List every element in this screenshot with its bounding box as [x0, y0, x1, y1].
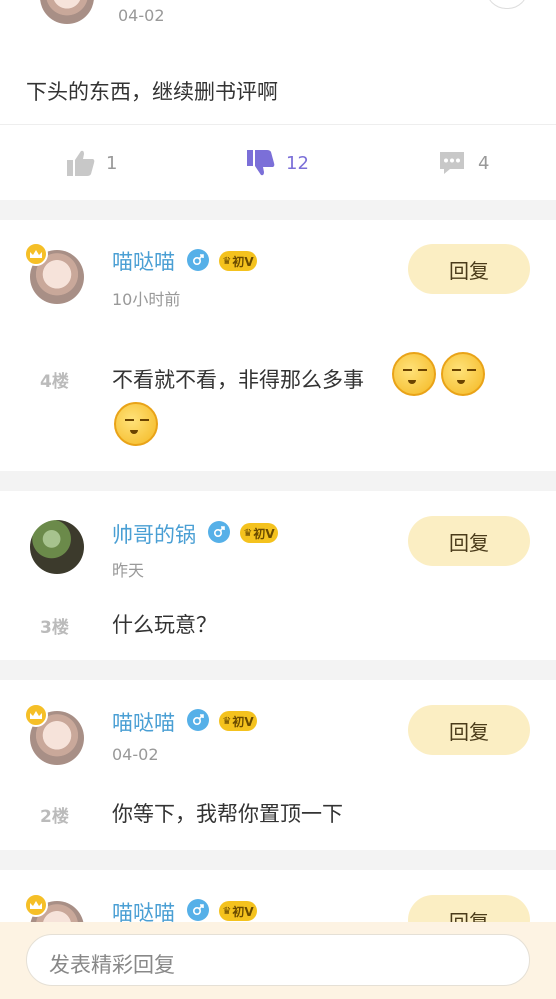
reply-content: 什么玩意？ — [112, 613, 217, 637]
floor-number: 2楼 — [40, 807, 69, 827]
vip-crown-icon: ♛ — [222, 905, 232, 917]
crown-icon — [24, 893, 48, 917]
top-post-card: 04-02 下头的东西，继续删书评啊 1 12 4 — [0, 0, 556, 200]
male-icon — [187, 899, 209, 921]
emoji-icon — [114, 402, 158, 446]
post-content: 下头的东西，继续删书评啊 — [26, 80, 278, 104]
vip-crown-icon: ♛ — [222, 255, 232, 267]
more-button[interactable] — [486, 0, 528, 9]
comment-icon — [440, 152, 464, 174]
reply-content: 你等下，我帮你置顶一下 — [112, 802, 343, 826]
thumb-up-icon — [67, 150, 95, 176]
reply-content: 不看就不看，非得那么多事 — [112, 368, 364, 392]
username[interactable]: 帅哥的锅 — [112, 519, 196, 549]
reply-time: 10小时前 — [112, 290, 181, 309]
reply-time: 04-02 — [112, 745, 159, 764]
avatar[interactable] — [40, 0, 94, 24]
vip-badge: ♛ 初V — [240, 523, 278, 543]
crown-icon — [24, 242, 48, 266]
reply-button[interactable]: 回复 — [408, 516, 530, 566]
like-count: 1 — [106, 152, 118, 174]
post-date: 04-02 — [118, 6, 165, 25]
dislike-count: 12 — [286, 152, 309, 174]
divider — [0, 124, 556, 125]
vip-badge: ♛ 初V — [219, 251, 257, 271]
reply-card: 帅哥的锅 ♛ 初V 昨天 回复 3楼 什么玩意？ — [0, 491, 556, 660]
reply-input[interactable]: 发表精彩回复 — [26, 934, 530, 986]
username[interactable]: 喵哒喵 — [112, 707, 175, 737]
reply-time: 昨天 — [112, 561, 145, 580]
dislike-button[interactable]: 12 — [246, 148, 309, 178]
reply-input-placeholder: 发表精彩回复 — [49, 953, 175, 977]
male-icon — [187, 249, 209, 271]
composer-bar: 发表精彩回复 — [0, 922, 556, 999]
male-icon — [187, 709, 209, 731]
vip-crown-icon: ♛ — [243, 527, 253, 539]
vip-badge: ♛ 初V — [219, 711, 257, 731]
reply-button[interactable]: 回复 — [408, 705, 530, 755]
avatar[interactable] — [30, 520, 84, 574]
thumb-down-icon — [247, 150, 275, 176]
vip-badge: ♛ 初V — [219, 901, 257, 921]
username[interactable]: 喵哒喵 — [112, 246, 175, 276]
like-button[interactable]: 1 — [66, 148, 117, 178]
reply-card: 喵哒喵 ♛ 初V 04-02 回复 2楼 你等下，我帮你置顶一下 — [0, 680, 556, 850]
floor-number: 4楼 — [40, 372, 69, 392]
male-icon — [208, 521, 230, 543]
crown-icon — [24, 703, 48, 727]
comment-count: 4 — [478, 152, 490, 174]
emoji-icon — [392, 352, 436, 396]
reply-button[interactable]: 回复 — [408, 244, 530, 294]
emoji-icon — [441, 352, 485, 396]
vip-crown-icon: ♛ — [222, 715, 232, 727]
comment-button[interactable]: 4 — [438, 148, 489, 178]
floor-number: 3楼 — [40, 618, 69, 638]
reply-card: 喵哒喵 ♛ 初V 10小时前 回复 4楼 不看就不看，非得那么多事 — [0, 220, 556, 471]
